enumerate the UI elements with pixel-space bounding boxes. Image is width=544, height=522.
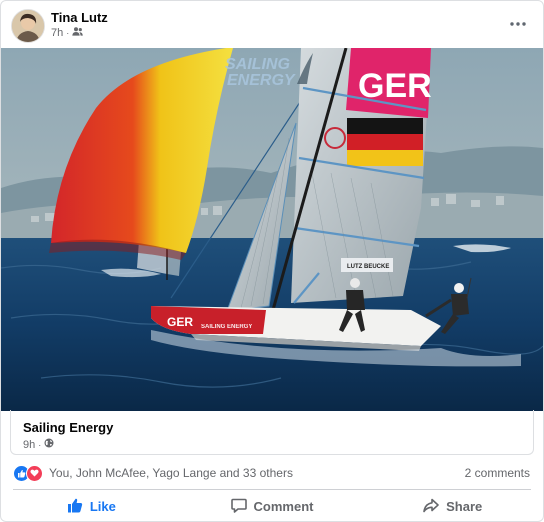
- reactions-summary[interactable]: You, John McAfee, Yago Lange and 33 othe…: [13, 464, 293, 482]
- svg-text:ENERGY: ENERGY: [227, 72, 296, 89]
- separator-dot: ·: [66, 28, 70, 38]
- shared-meta: 9h ·: [23, 438, 54, 451]
- svg-text:SAILING: SAILING: [225, 56, 290, 73]
- like-label: Like: [89, 499, 116, 514]
- hull-text: GER: [167, 315, 193, 329]
- share-label: Share: [446, 499, 483, 514]
- friends-icon[interactable]: [72, 27, 84, 39]
- shared-time[interactable]: 9h: [23, 439, 35, 451]
- comment-icon: [230, 498, 247, 516]
- hull-logo: SAILING ENERGY: [201, 324, 252, 330]
- love-reaction-icon: [26, 464, 43, 482]
- share-icon: [423, 498, 439, 516]
- comment-button[interactable]: Comment: [182, 492, 363, 521]
- shared-page-name[interactable]: Sailing Energy: [23, 420, 113, 435]
- more-options-icon[interactable]: [507, 14, 529, 34]
- post-author[interactable]: Tina Lutz: [51, 10, 108, 25]
- post-meta: 7h ·: [51, 27, 84, 39]
- reaction-icons: [13, 464, 43, 482]
- comment-label: Comment: [253, 499, 314, 514]
- like-button[interactable]: Like: [1, 492, 182, 521]
- share-button[interactable]: Share: [362, 492, 543, 521]
- shared-post-attribution[interactable]: Sailing Energy 9h ·: [10, 410, 534, 455]
- post-time[interactable]: 7h: [51, 27, 63, 39]
- post-photo[interactable]: GER LUTZ BEUCKE GER SAILING ENERGY SAILI…: [1, 48, 543, 411]
- like-icon: [67, 498, 83, 516]
- globe-icon[interactable]: [44, 438, 54, 451]
- separator-dot: ·: [38, 439, 42, 450]
- post-card: Tina Lutz 7h · GER LUTZ BEUCKE GER SAILI…: [0, 0, 544, 522]
- avatar[interactable]: [11, 9, 45, 43]
- reactors-text[interactable]: You, John McAfee, Yago Lange and 33 othe…: [49, 466, 293, 480]
- divider: [13, 489, 531, 490]
- sail-number: LUTZ BEUCKE: [347, 264, 389, 270]
- action-bar: Like Comment Share: [1, 492, 543, 521]
- comments-count[interactable]: 2 comments: [465, 466, 530, 480]
- post-header: Tina Lutz 7h ·: [1, 1, 543, 49]
